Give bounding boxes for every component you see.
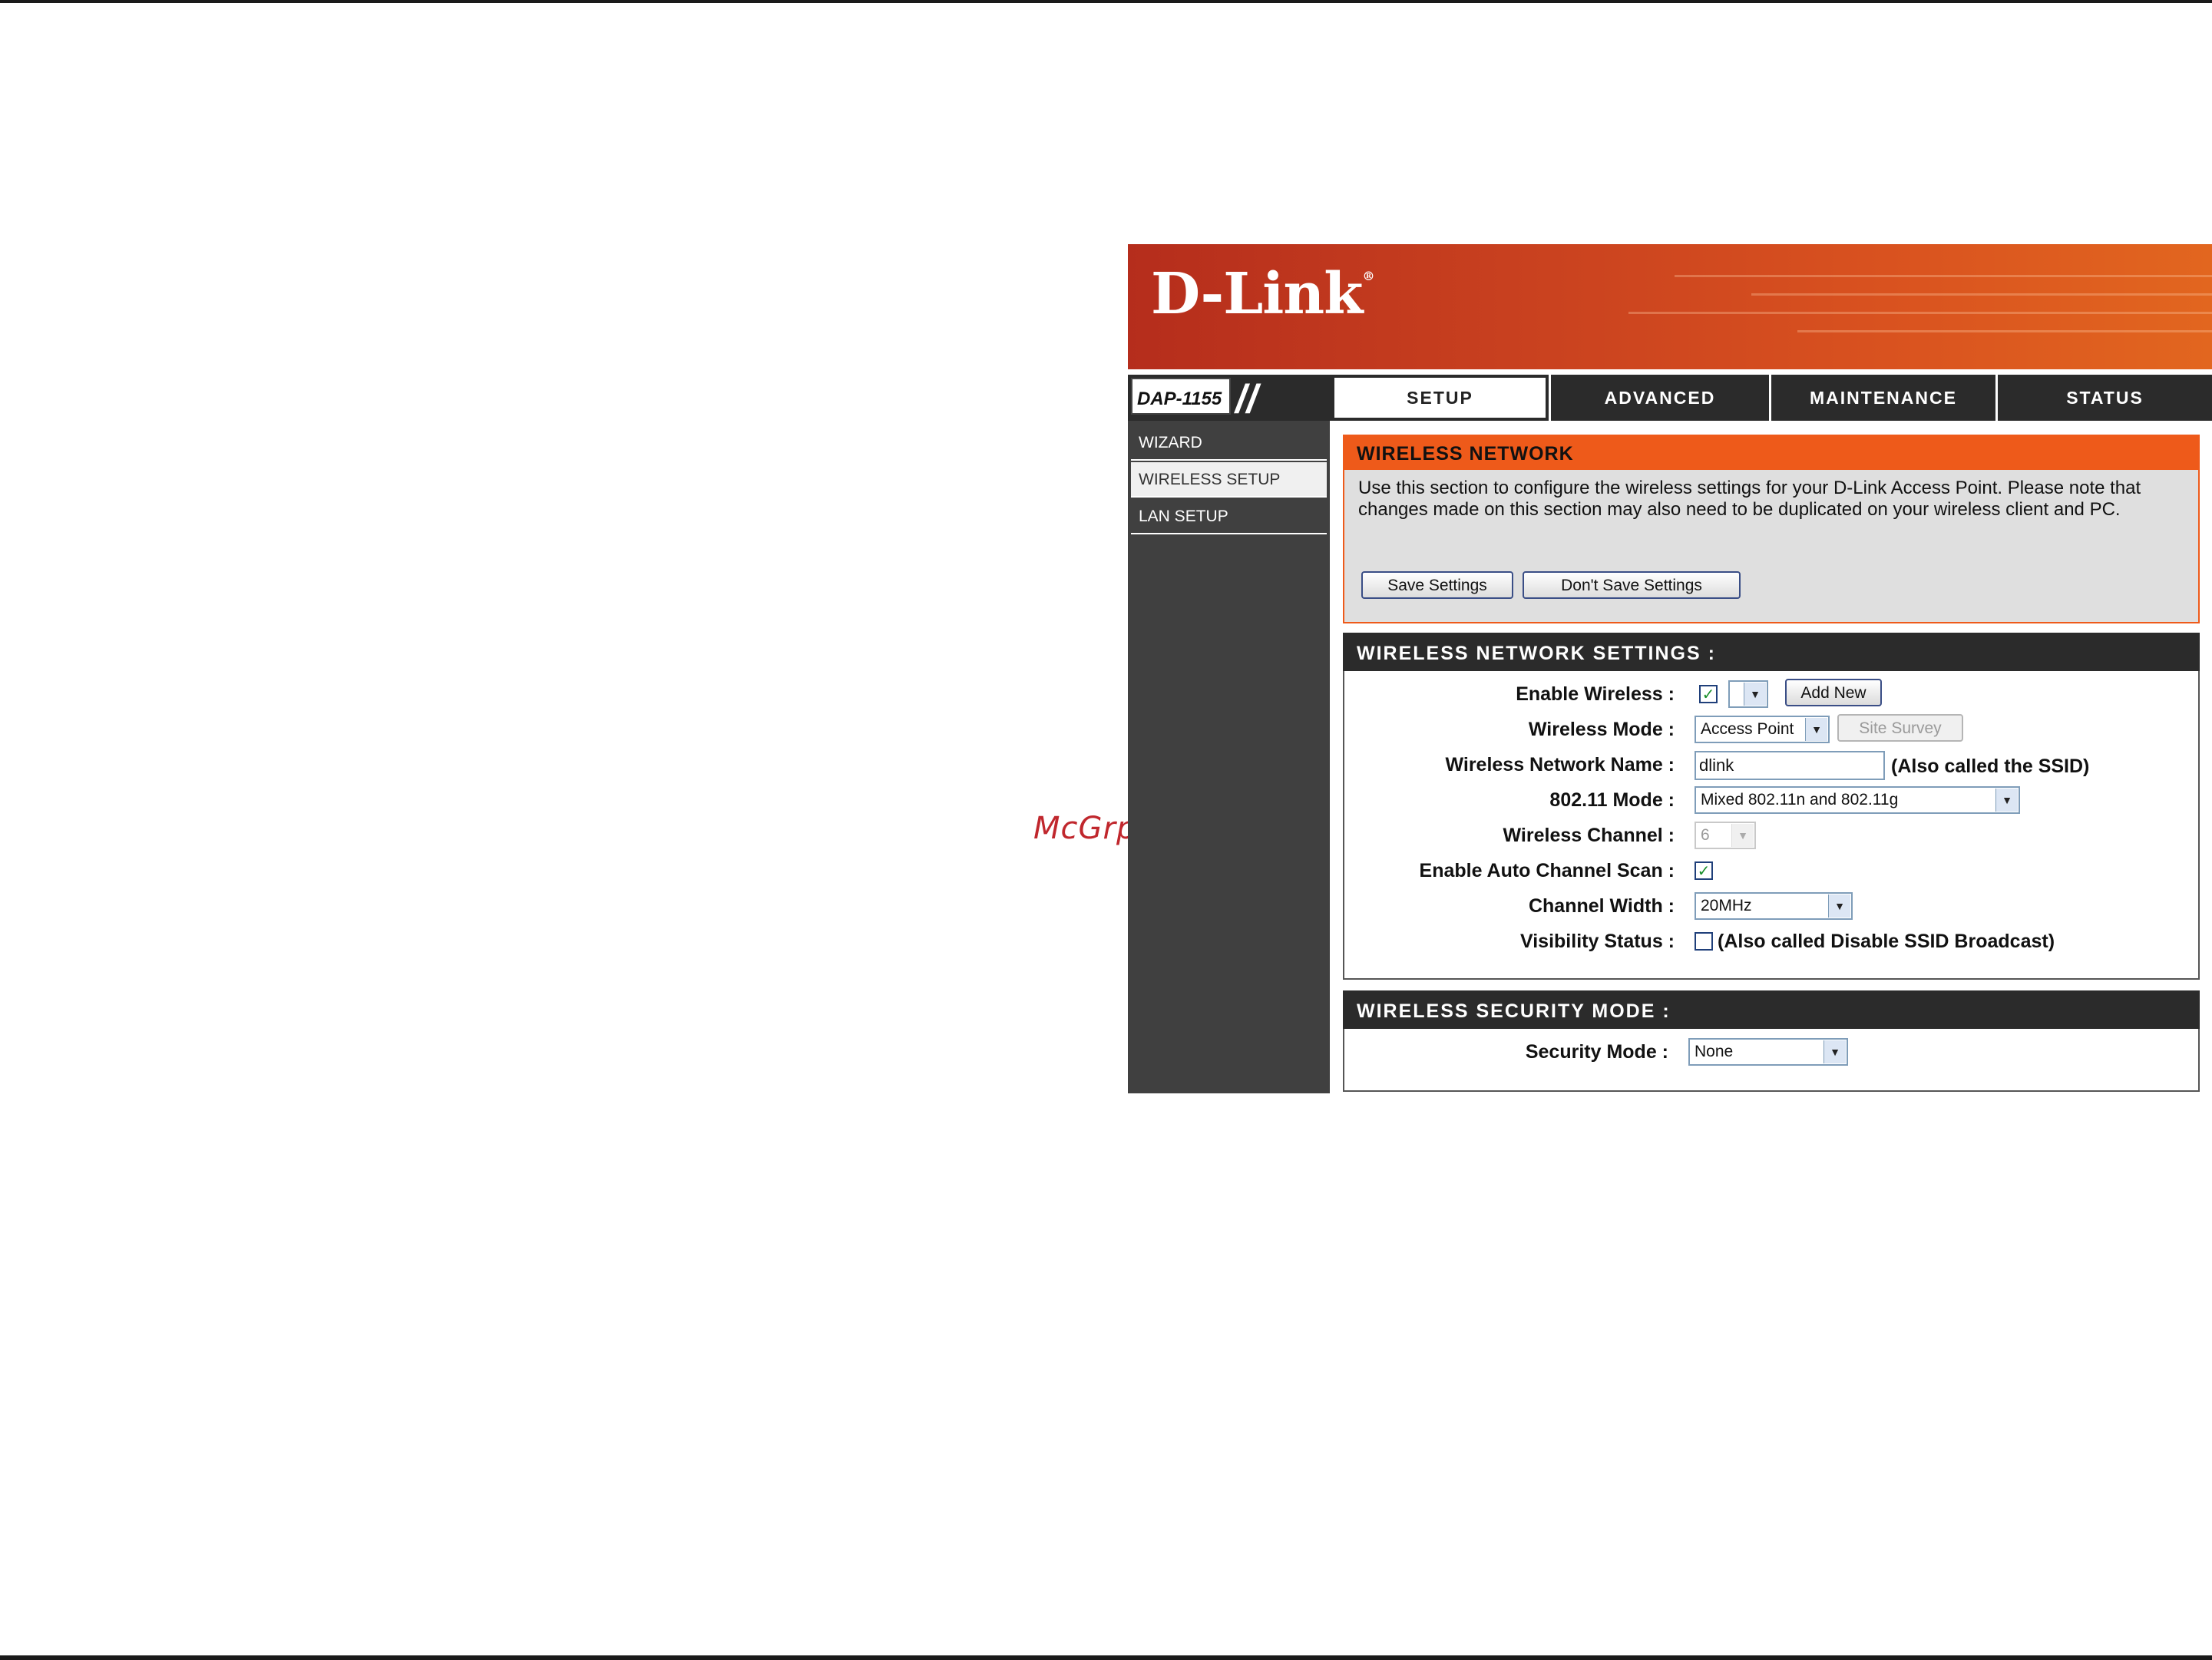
add-new-button[interactable]: Add New — [1785, 679, 1882, 706]
tab-status[interactable]: STATUS — [1995, 375, 2212, 421]
model-badge: DAP-1155 — [1131, 378, 1231, 415]
channel-width-select[interactable]: 20MHz ▼ — [1695, 892, 1853, 920]
chevron-down-icon: ▼ — [1828, 894, 1850, 918]
header-banner: D-Link® — [1128, 244, 2212, 369]
sidebar-item-wizard[interactable]: WIZARD — [1131, 425, 1327, 461]
security-mode-select[interactable]: None ▼ — [1688, 1038, 1848, 1066]
wireless-security-panel: WIRELESS SECURITY MODE : Security Mode :… — [1343, 990, 2200, 1092]
wireless-mode-label: Wireless Mode : — [1528, 719, 1675, 740]
enable-wireless-checkbox[interactable]: ✓ — [1699, 685, 1718, 703]
network-name-label: Wireless Network Name : — [1445, 754, 1675, 775]
mode-80211-label: 802.11 Mode : — [1549, 789, 1675, 811]
model-separator: // — [1235, 377, 1258, 422]
tab-advanced[interactable]: ADVANCED — [1549, 375, 1769, 421]
wireless-network-panel: WIRELESS NETWORK Use this section to con… — [1343, 435, 2200, 623]
network-name-input[interactable]: dlink — [1695, 751, 1885, 780]
wireless-network-title: WIRELESS NETWORK — [1343, 435, 2200, 470]
section-description: Use this section to configure the wirele… — [1358, 478, 2141, 520]
auto-channel-scan-label: Enable Auto Channel Scan : — [1419, 860, 1675, 881]
security-mode-label: Security Mode : — [1525, 1041, 1668, 1063]
chevron-down-icon: ▼ — [1744, 683, 1766, 706]
chevron-down-icon: ▼ — [1995, 789, 2018, 812]
visibility-note: (Also called Disable SSID Broadcast) — [1718, 931, 2055, 952]
visibility-status-label: Visibility Status : — [1520, 931, 1675, 952]
dont-save-settings-button[interactable]: Don't Save Settings — [1523, 571, 1741, 599]
wireless-settings-title: WIRELESS NETWORK SETTINGS : — [1343, 633, 2200, 671]
bottom-rule — [0, 1655, 2212, 1660]
tab-setup[interactable]: SETUP — [1331, 375, 1549, 421]
router-web-ui: D-Link® DAP-1155 // SETUP ADVANCED MAINT… — [1128, 244, 2212, 1093]
ssid-note: (Also called the SSID) — [1891, 756, 2090, 777]
wireless-security-title: WIRELESS SECURITY MODE : — [1343, 990, 2200, 1029]
checkmark-icon: ✓ — [1697, 861, 1711, 880]
visibility-status-checkbox[interactable] — [1695, 932, 1713, 951]
auto-channel-scan-checkbox[interactable]: ✓ — [1695, 861, 1713, 880]
save-settings-button[interactable]: Save Settings — [1361, 571, 1513, 599]
schedule-select[interactable]: ▼ — [1728, 680, 1768, 708]
wireless-channel-label: Wireless Channel : — [1503, 825, 1675, 846]
sidebar-item-wireless-setup[interactable]: WIRELESS SETUP — [1131, 462, 1327, 498]
mode-80211-select[interactable]: Mixed 802.11n and 802.11g ▼ — [1695, 786, 2020, 814]
sidebar-item-lan-setup[interactable]: LAN SETUP — [1131, 499, 1327, 534]
wireless-network-settings-panel: WIRELESS NETWORK SETTINGS : Enable Wirel… — [1343, 633, 2200, 980]
wireless-network-body: Use this section to configure the wirele… — [1343, 470, 2200, 623]
wireless-channel-select[interactable]: 6 ▼ — [1695, 822, 1756, 849]
wireless-security-body: Security Mode : None ▼ — [1343, 1029, 2200, 1092]
top-navigation: DAP-1155 // SETUP ADVANCED MAINTENANCE S… — [1128, 375, 2212, 422]
enable-wireless-label: Enable Wireless : — [1516, 683, 1675, 705]
channel-width-label: Channel Width : — [1528, 895, 1675, 917]
sidebar: WIZARD WIRELESS SETUP LAN SETUP — [1128, 421, 1330, 1093]
top-rule — [0, 0, 2212, 3]
site-survey-button[interactable]: Site Survey — [1837, 714, 1963, 742]
wireless-mode-select[interactable]: Access Point ▼ — [1695, 716, 1830, 743]
checkmark-icon: ✓ — [1701, 685, 1715, 703]
wireless-settings-body: Enable Wireless : ✓ ▼ Add New Wireless M… — [1343, 671, 2200, 980]
dlink-logo: D-Link® — [1151, 261, 1374, 327]
chevron-down-icon: ▼ — [1805, 718, 1827, 741]
chevron-down-icon: ▼ — [1731, 824, 1754, 847]
tab-maintenance[interactable]: MAINTENANCE — [1769, 375, 1995, 421]
chevron-down-icon: ▼ — [1823, 1040, 1846, 1063]
